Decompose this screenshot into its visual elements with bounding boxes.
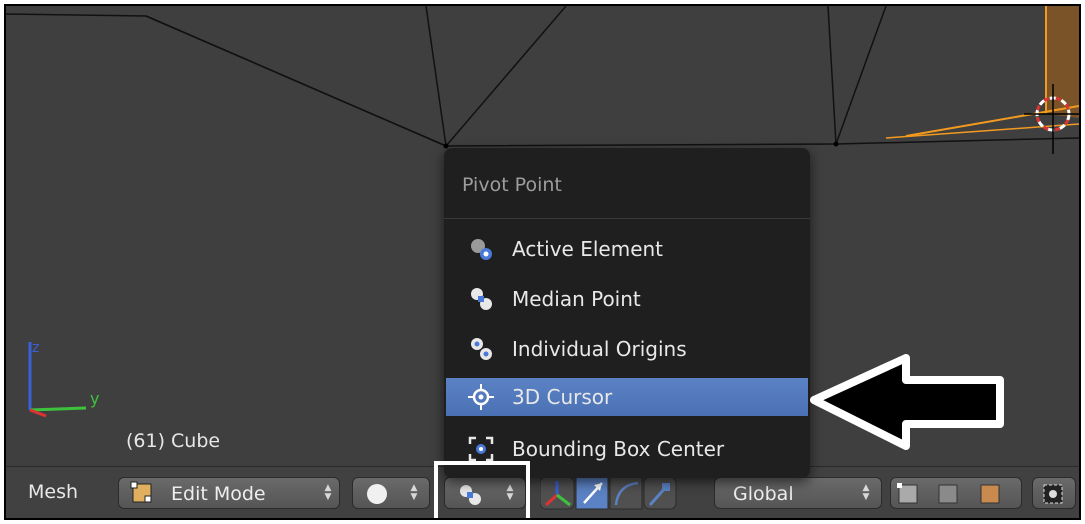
orientation-label: Global	[733, 483, 794, 505]
menu-item-3d-cursor[interactable]: 3D Cursor	[446, 378, 808, 416]
pivot-highlight-box	[434, 461, 530, 518]
individual-origins-icon	[471, 338, 492, 360]
limit-selection-icon	[1043, 484, 1063, 504]
selection-mode-buttons[interactable]	[890, 477, 1022, 509]
menu-item-label: 3D Cursor	[512, 385, 613, 409]
viewport-shading-selector[interactable]: ▲ ▼	[352, 477, 430, 509]
mode-label: Edit Mode	[171, 483, 266, 505]
bounding-box-center-icon	[468, 436, 494, 462]
menu-item-active-element[interactable]: Active Element	[444, 230, 810, 268]
edit-mode-icon	[130, 481, 152, 503]
menu-item-label: Bounding Box Center	[512, 437, 725, 461]
transform-orientation-selector[interactable]: Global ▲ ▼	[714, 477, 882, 509]
axis-y-label: y	[90, 389, 99, 408]
pivot-point-menu: Pivot Point Active Element Median Point …	[444, 148, 810, 478]
solid-shading-icon	[367, 484, 387, 504]
menu-item-median-point[interactable]: Median Point	[444, 280, 810, 318]
updown-arrows-icon: ▲ ▼	[862, 483, 870, 502]
annotation-arrow-icon	[810, 354, 1004, 450]
screenshot-frame: z y (61) Cube Pivot Point Active Element…	[4, 4, 1081, 520]
vertex-edge-face-icons	[897, 483, 1000, 504]
occlude-geometry-button[interactable]	[1032, 477, 1076, 509]
menu-item-individual-origins[interactable]: Individual Origins	[444, 330, 810, 368]
mode-selector[interactable]: Edit Mode ▲ ▼	[118, 477, 340, 509]
menu-item-label: Median Point	[512, 287, 641, 311]
3d-cursor-icon	[468, 384, 494, 410]
axis-gizmo: z y	[28, 340, 99, 418]
updown-arrows-icon: ▲ ▼	[410, 483, 418, 502]
axis-z-label: z	[32, 340, 39, 356]
median-point-icon	[471, 288, 492, 310]
manipulator-controls[interactable]	[540, 477, 710, 511]
menu-item-label: Individual Origins	[512, 337, 687, 361]
3d-cursor-icon[interactable]	[1016, 84, 1079, 154]
menu-item-label: Active Element	[512, 237, 664, 261]
updown-arrows-icon: ▲ ▼	[324, 483, 332, 502]
object-info-label: (61) Cube	[126, 430, 221, 452]
mesh-menu[interactable]: Mesh	[28, 481, 78, 503]
active-element-icon	[471, 239, 492, 260]
menu-title: Pivot Point	[462, 174, 562, 196]
menu-separator	[444, 218, 810, 219]
